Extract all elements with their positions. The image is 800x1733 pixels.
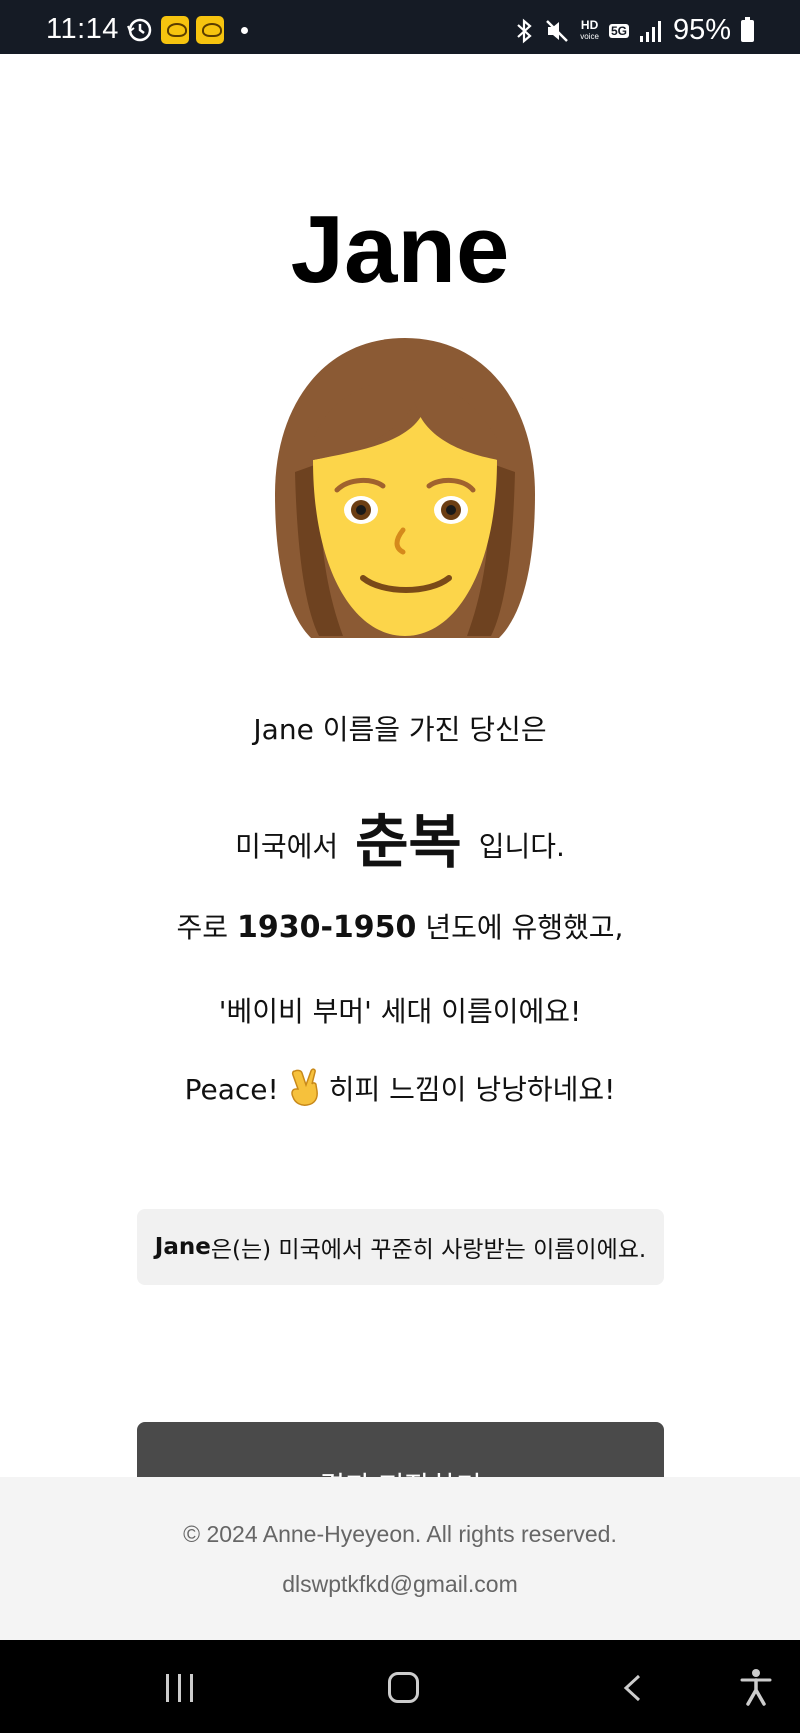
years-suffix: 년도에 유행했고, — [425, 911, 624, 944]
history-icon — [127, 18, 152, 42]
hd-voice-icon: HD voice — [580, 17, 599, 42]
network-5g-icon: 5G — [608, 23, 629, 38]
years-prefix: 주로 — [176, 911, 229, 944]
peace-line: Peace! 히피 느낌이 낭낭하네요! — [0, 1067, 800, 1108]
battery-percent: 95% — [672, 14, 731, 46]
signal-icon — [639, 20, 661, 42]
era-word: 춘복 — [355, 808, 462, 876]
battery-icon — [741, 16, 754, 42]
peace-suffix: 히피 느낌이 낭낭하네요! — [328, 1073, 616, 1106]
generation-line: '베이비 부머' 세대 이름이에요! — [218, 995, 582, 1028]
footer: © 2024 Anne-Hyeyeon. All rights reserved… — [0, 1477, 800, 1640]
app-notification-icon — [196, 16, 224, 44]
status-right-icons: HD voice 5G 95% — [514, 14, 754, 47]
peace-prefix: Peace! — [184, 1073, 279, 1106]
voice-label: voice — [580, 31, 599, 41]
app-notification-icon — [161, 16, 189, 44]
years-value: 1930-1950 — [236, 910, 417, 945]
status-time: 11:14 — [46, 13, 119, 45]
contact-email[interactable]: dlswptkfkd@gmail.com — [0, 1571, 800, 1598]
status-bar: 11:14 HD voice 5G 95% — [0, 0, 800, 54]
name-title: Jane — [290, 196, 510, 303]
navigation-bar — [0, 1640, 800, 1733]
home-icon[interactable] — [388, 1672, 419, 1703]
copyright-text: © 2024 Anne-Hyeyeon. All rights reserved… — [183, 1521, 617, 1547]
info-box: Jane 은(는) 미국에서 꾸준히 사랑받는 이름이에요. — [137, 1209, 664, 1285]
recent-apps-icon[interactable] — [164, 1674, 196, 1702]
hd-label: HD — [580, 17, 599, 32]
victory-hand-icon — [291, 1068, 318, 1106]
info-text: 은(는) 미국에서 꾸준히 사랑받는 이름이에요. — [210, 1237, 647, 1263]
info-name: Jane — [154, 1234, 211, 1260]
result-line: 미국에서 춘복 입니다. — [0, 795, 800, 879]
result-prefix: 미국에서 — [235, 830, 339, 863]
mute-icon — [546, 19, 569, 42]
bluetooth-icon — [517, 18, 532, 43]
woman-avatar-icon — [275, 338, 535, 638]
years-line: 주로 1930-1950 년도에 유행했고, — [0, 906, 800, 946]
more-notifications-dot — [241, 26, 248, 34]
result-suffix: 입니다. — [478, 830, 565, 863]
intro-line: Jane 이름을 가진 당신은 — [253, 713, 547, 746]
accessibility-icon[interactable] — [740, 1668, 772, 1706]
back-icon[interactable] — [622, 1674, 642, 1702]
status-left-icons — [126, 16, 248, 44]
